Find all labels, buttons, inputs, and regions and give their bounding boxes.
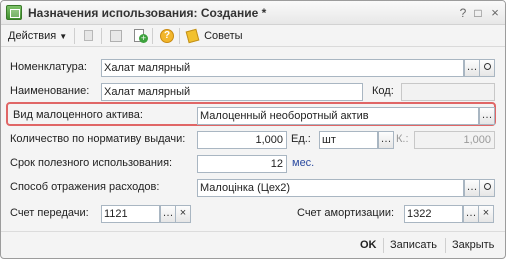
code-label: Код:: [372, 85, 394, 97]
unit-label: Ед.:: [291, 133, 311, 145]
copy-glyph: [81, 28, 97, 44]
form-icon: [6, 5, 22, 20]
amortization-account-clear-button[interactable]: ×: [478, 205, 494, 223]
tips-icon: [185, 28, 201, 44]
transfer-account-label: Счет передачи:: [10, 207, 89, 219]
amortization-account-select-button[interactable]: …: [463, 205, 479, 223]
toolbar: Действия ▼ + ? Советы: [1, 25, 505, 47]
title-bar: Назначения использования: Создание * ? □…: [1, 1, 505, 25]
help-icon[interactable]: ?: [456, 6, 470, 20]
amortization-account-label: Счет амортизации:: [297, 207, 395, 219]
form-body: Номенклатура: Халат малярный … Наименова…: [1, 48, 505, 228]
minimize-icon[interactable]: □: [471, 6, 485, 20]
nomenclature-label: Номенклатура:: [10, 61, 87, 73]
asset-type-label: Вид малоценного актива:: [13, 109, 143, 121]
actions-menu[interactable]: Действия ▼: [8, 28, 67, 44]
nomenclature-select-button[interactable]: …: [464, 59, 480, 77]
save-button[interactable]: Записать: [390, 238, 437, 253]
ok-button[interactable]: OK: [360, 238, 377, 253]
add-glyph: +: [132, 28, 148, 44]
asset-type-field[interactable]: Малоценный необоротный актив: [197, 107, 479, 125]
magnifier-icon: [483, 183, 491, 190]
unit-field[interactable]: шт: [319, 131, 378, 149]
transfer-account-field[interactable]: 1121: [101, 205, 160, 223]
copy-icon[interactable]: [81, 28, 97, 44]
name-label: Наименование:: [10, 85, 90, 97]
useful-life-field[interactable]: 12: [197, 155, 287, 173]
expense-method-select-button[interactable]: …: [464, 179, 480, 197]
question-icon: ?: [159, 28, 175, 44]
separator: [383, 238, 384, 253]
separator: [74, 28, 75, 44]
k-field[interactable]: 1,000: [414, 131, 495, 149]
dialog-window: Назначения использования: Создание * ? □…: [0, 0, 506, 259]
asset-type-select-button[interactable]: …: [479, 107, 495, 125]
close-button[interactable]: Закрыть: [452, 238, 494, 253]
code-field[interactable]: [401, 83, 495, 101]
tips-label: Советы: [204, 30, 243, 42]
actions-label: Действия: [8, 30, 57, 42]
dropdown-arrow-icon: ▼: [59, 32, 68, 41]
norm-qty-field[interactable]: 1,000: [197, 131, 287, 149]
close-icon[interactable]: ×: [488, 6, 502, 20]
separator: [179, 28, 180, 44]
separator: [445, 238, 446, 253]
k-label: К.:: [396, 133, 409, 145]
expense-method-field[interactable]: Малоцінка (Цех2): [197, 179, 464, 197]
tips-button[interactable]: Советы: [185, 28, 243, 44]
transfer-account-select-button[interactable]: …: [160, 205, 176, 223]
nomenclature-open-button[interactable]: [479, 59, 495, 77]
window-title: Назначения использования: Создание *: [28, 6, 267, 20]
refresh-icon[interactable]: [108, 28, 124, 44]
useful-life-label: Срок полезного использования:: [10, 157, 173, 169]
months-unit: мес.: [292, 157, 315, 169]
norm-qty-label: Количество по нормативу выдачи:: [10, 133, 186, 145]
expense-method-label: Способ отражения расходов:: [10, 181, 160, 193]
help-button[interactable]: ?: [159, 28, 175, 44]
footer-bar: OK Записать Закрыть: [1, 231, 505, 258]
magnifier-icon: [483, 63, 491, 70]
transfer-account-clear-button[interactable]: ×: [175, 205, 191, 223]
name-field[interactable]: Халат малярный: [101, 83, 363, 101]
unit-select-button[interactable]: …: [378, 131, 394, 149]
expense-method-open-button[interactable]: [479, 179, 495, 197]
add-icon[interactable]: +: [132, 28, 148, 44]
nomenclature-field[interactable]: Халат малярный: [101, 59, 464, 77]
separator: [101, 28, 102, 44]
refresh-glyph: [108, 28, 124, 44]
separator: [152, 28, 153, 44]
amortization-account-field[interactable]: 1322: [404, 205, 463, 223]
